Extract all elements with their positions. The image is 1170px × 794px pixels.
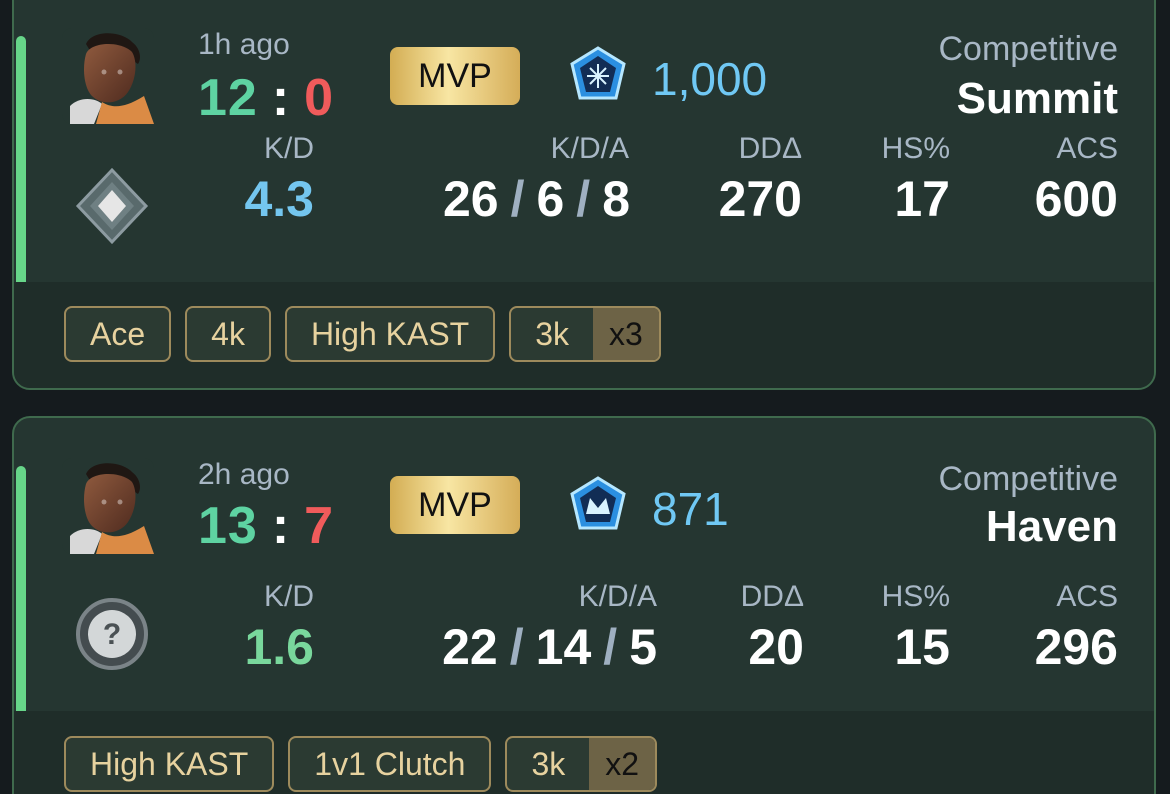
kda-value: 22/14/5 <box>442 619 657 675</box>
kd-label: K/D <box>263 132 314 165</box>
hs-value: 17 <box>894 171 950 227</box>
assists-value: 5 <box>629 619 657 675</box>
match-card-1[interactable]: 1h ago 12:0 MVP 1,000 Competitive Summit… <box>12 0 1156 390</box>
game-mode: Competitive <box>938 30 1118 68</box>
acs-label: ACS <box>1056 132 1118 165</box>
score-separator: : <box>271 69 291 127</box>
dda-value: 270 <box>718 171 802 227</box>
acs-label: ACS <box>1056 580 1118 613</box>
acs-value: 600 <box>1034 171 1118 227</box>
kd-value: 1.6 <box>244 619 314 675</box>
kda-value: 26/6/8 <box>442 171 630 227</box>
badge-high-kast: High KAST <box>284 306 496 362</box>
enemy-score: 7 <box>304 497 335 555</box>
silver-diamond-icon <box>72 166 152 246</box>
kda-label: K/D/A <box>578 580 657 613</box>
kda-label: K/D/A <box>550 132 629 165</box>
kd-value: 4.3 <box>244 171 314 227</box>
match-score: 13:7 <box>198 496 334 556</box>
match-score: 12:0 <box>198 68 334 128</box>
rank-blue-pentagon-icon <box>566 44 630 108</box>
deaths-value: 14 <box>535 619 592 675</box>
hs-value: 15 <box>894 619 950 675</box>
dda-label: DDΔ <box>738 132 802 165</box>
assists-value: 8 <box>602 171 630 227</box>
team-score: 12 <box>198 69 258 127</box>
hs-label: HS% <box>881 132 950 165</box>
badge-1v1-clutch: 1v1 Clutch <box>288 736 492 792</box>
win-indicator-bar <box>16 36 26 324</box>
badge-4k: 4k <box>185 306 271 362</box>
rank-blue-crown-icon <box>566 474 630 538</box>
match-time-ago: 1h ago <box>198 28 290 61</box>
dda-value: 20 <box>748 619 804 675</box>
match-time-ago: 2h ago <box>198 458 290 491</box>
mvp-badge: MVP <box>390 476 520 534</box>
kills-value: 26 <box>442 171 499 227</box>
enemy-score: 0 <box>304 69 335 127</box>
team-score: 13 <box>198 497 258 555</box>
map-name: Summit <box>956 74 1118 123</box>
game-mode: Competitive <box>938 460 1118 498</box>
hs-label: HS% <box>881 580 950 613</box>
question-mark-icon: ? <box>72 594 152 674</box>
deaths-value: 6 <box>536 171 565 227</box>
rank-rating: 1,000 <box>652 53 768 105</box>
dda-label: DDΔ <box>740 580 804 613</box>
badge-label: 3k <box>531 745 566 782</box>
agent-portrait-icon <box>62 28 154 124</box>
match-history-page: 1h ago 12:0 MVP 1,000 Competitive Summit… <box>0 0 1170 794</box>
badge-count: x3 <box>593 308 659 360</box>
badge-3k-multi: 3k x2 <box>505 736 658 792</box>
achievement-badges: Ace 4k High KAST 3k x3 <box>64 306 661 362</box>
kills-value: 22 <box>442 619 498 675</box>
mvp-badge: MVP <box>390 47 520 105</box>
badge-label: 3k <box>535 315 570 352</box>
score-separator: : <box>271 497 291 555</box>
achievement-badges: High KAST 1v1 Clutch 3k x2 <box>64 736 658 792</box>
rank-rating: 871 <box>652 483 729 535</box>
svg-text:?: ? <box>103 618 121 651</box>
acs-value: 296 <box>1034 619 1118 675</box>
match-card-2[interactable]: 2h ago 13:7 MVP 871 Competitive Haven ? … <box>12 416 1156 794</box>
kd-label: K/D <box>263 580 314 613</box>
map-name: Haven <box>985 502 1118 551</box>
badge-count: x2 <box>589 738 656 790</box>
badge-3k-multi: 3k x3 <box>509 306 661 362</box>
agent-portrait-icon <box>62 458 154 554</box>
badge-high-kast: High KAST <box>64 736 275 792</box>
badge-ace: Ace <box>64 306 172 362</box>
